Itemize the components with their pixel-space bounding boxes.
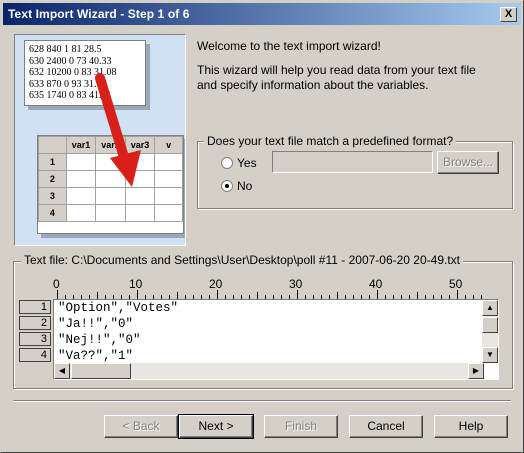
- row-number: 2: [19, 316, 51, 330]
- text-import-wizard-window: Text Import Wizard - Step 1 of 6 X 628 8…: [0, 0, 524, 453]
- ruler-tick-label: 30: [289, 277, 303, 291]
- scroll-left-icon[interactable]: ◀: [54, 363, 70, 379]
- predefined-format-label: Does your text file match a predefined f…: [204, 134, 457, 148]
- button-separator: [13, 400, 511, 402]
- row-number: 3: [19, 332, 51, 346]
- next-button[interactable]: Next >: [178, 414, 254, 439]
- preview-vertical-scrollbar[interactable]: ▲ ▼: [482, 300, 498, 363]
- file-preview[interactable]: "Option","Votes" "Ja!!","0" "Nej!!","0" …: [53, 299, 499, 380]
- ruler-tick-label: 40: [369, 277, 383, 291]
- cancel-button[interactable]: Cancel: [349, 415, 423, 438]
- no-radio-label: No: [237, 179, 253, 193]
- scroll-up-icon[interactable]: ▲: [482, 300, 498, 316]
- preview-line: "Option","Votes": [58, 301, 179, 315]
- ruler-tick-label: 50: [449, 277, 463, 291]
- ruler-tick-label: 20: [209, 277, 223, 291]
- red-arrow-icon: [95, 73, 141, 187]
- yes-radio-label: Yes: [237, 156, 257, 170]
- help-button[interactable]: Help: [434, 415, 508, 438]
- browse-button[interactable]: Browse...: [437, 151, 499, 174]
- scroll-down-icon[interactable]: ▼: [482, 347, 498, 363]
- finish-button[interactable]: Finish: [264, 415, 338, 438]
- preview-horizontal-scrollbar[interactable]: ◀ ▶: [54, 363, 484, 379]
- wizard-illustration: 628 840 1 81 28.5 630 2400 0 73 40.33 63…: [14, 34, 186, 246]
- scroll-thumb-horizontal[interactable]: [71, 363, 131, 379]
- preview-line: "Ja!!","0": [58, 317, 134, 331]
- column-ruler: 0 10 20 30 40 50: [53, 277, 483, 299]
- row-number-column: 1 2 3 4: [19, 300, 51, 364]
- row-number: 4: [19, 348, 51, 362]
- scroll-thumb[interactable]: [482, 317, 498, 333]
- back-button[interactable]: < Back: [104, 415, 178, 438]
- ruler-tick-label: 0: [53, 277, 60, 291]
- preview-line: "Va??","1": [58, 349, 134, 363]
- preview-line: "Nej!!","0": [58, 333, 141, 347]
- no-radio[interactable]: [221, 180, 233, 192]
- row-number: 1: [19, 300, 51, 314]
- ruler-tick-label: 10: [129, 277, 143, 291]
- title-bar[interactable]: Text Import Wizard - Step 1 of 6 X: [3, 3, 521, 25]
- format-path-field[interactable]: [272, 151, 433, 173]
- yes-radio[interactable]: [221, 157, 233, 169]
- wizard-description: This wizard will help you read data from…: [197, 63, 476, 92]
- close-button[interactable]: X: [500, 7, 517, 22]
- window-title: Text Import Wizard - Step 1 of 6: [8, 7, 190, 21]
- scroll-right-icon[interactable]: ▶: [468, 363, 484, 379]
- ruler-ticks: [57, 290, 482, 299]
- text-file-label: Text file: C:\Documents and Settings\Use…: [21, 253, 464, 267]
- welcome-heading: Welcome to the text import wizard!: [197, 39, 381, 53]
